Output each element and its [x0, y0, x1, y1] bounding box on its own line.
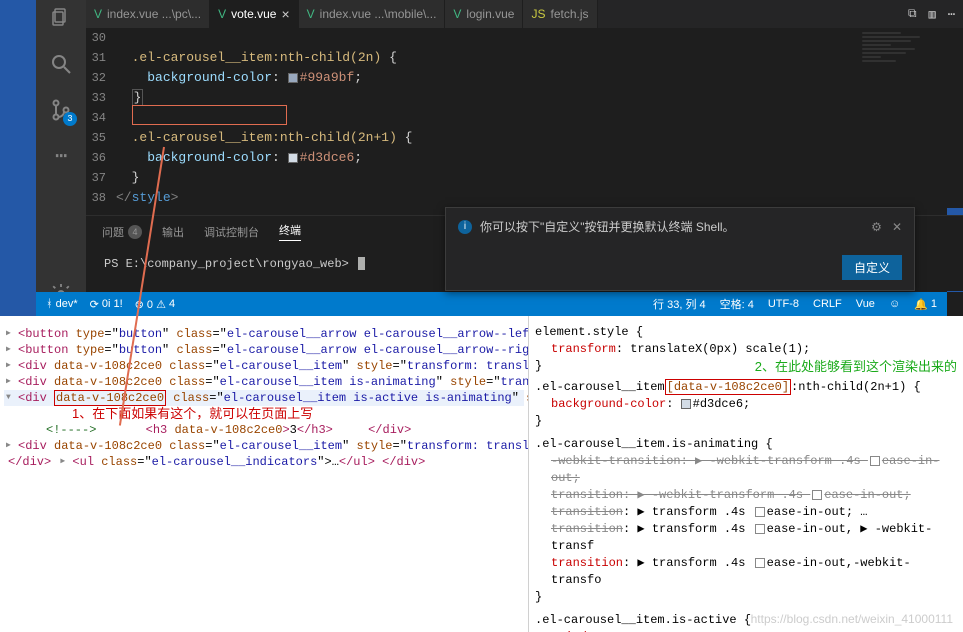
color-swatch — [288, 73, 298, 83]
bell-icon[interactable]: 🔔 1 — [914, 298, 937, 311]
customize-button[interactable]: 自定义 — [842, 255, 902, 280]
tab-login[interactable]: Vlogin.vue — [445, 0, 523, 28]
source-control-icon[interactable]: 3 — [47, 96, 75, 124]
explorer-icon[interactable] — [47, 4, 75, 32]
devtools: <button type="button" class="el-carousel… — [0, 316, 963, 632]
code-content[interactable]: .el-carousel__item:nth-child(2n) { backg… — [116, 28, 963, 208]
vue-icon: V — [218, 7, 226, 21]
annotation-box-selector — [132, 105, 287, 125]
sync-indicator[interactable]: ⟳ 0i 1! — [90, 298, 123, 311]
vue-icon: V — [307, 7, 315, 21]
js-icon: JS — [531, 7, 545, 21]
notification-toast: i 你可以按下"自定义"按钮并更换默认终端 Shell。 ⚙ ✕ 自定义 — [445, 207, 915, 291]
color-swatch — [288, 153, 298, 163]
minimap[interactable] — [858, 28, 963, 208]
toast-message: 你可以按下"自定义"按钮并更换默认终端 Shell。 — [480, 218, 735, 235]
status-bar: ᚼ dev* ⟳ 0i 1! ⊗ 0 ⚠ 4 行 33, 列 4 空格: 4 U… — [36, 292, 947, 316]
activity-bar: 3 ⋯ 1 — [36, 0, 86, 316]
editor[interactable]: 303132333435363738 .el-carousel__item:nt… — [86, 28, 963, 208]
panel-tab-debug[interactable]: 调试控制台 — [204, 224, 259, 240]
gear-icon[interactable]: ⚙ — [871, 220, 882, 234]
scm-badge: 3 — [63, 112, 77, 126]
panel-tab-output[interactable]: 输出 — [162, 224, 184, 240]
line-gutter: 303132333435363738 — [86, 28, 116, 208]
watermark: https://blog.csdn.net/weixin_41000111 — [751, 612, 953, 626]
close-icon[interactable]: ✕ — [892, 220, 902, 234]
more-icon[interactable]: ⋯ — [47, 142, 75, 170]
panel-tab-problems[interactable]: 问题4 — [102, 224, 142, 240]
tab-index-mobile[interactable]: Vindex.vue ...\mobile\... — [299, 0, 446, 28]
feedback-icon[interactable]: ☺ — [889, 298, 900, 310]
more-actions-icon[interactable]: ⋯ — [948, 7, 955, 22]
vue-icon: V — [94, 7, 102, 21]
tab-index-pc[interactable]: Vindex.vue ...\pc\... — [86, 0, 210, 28]
eol-indicator[interactable]: CRLF — [813, 298, 842, 310]
indent-indicator[interactable]: 空格: 4 — [720, 296, 754, 312]
compare-icon[interactable]: ⧉ — [908, 7, 917, 21]
split-icon[interactable]: ▥ — [929, 7, 936, 22]
encoding-indicator[interactable]: UTF-8 — [768, 298, 799, 310]
annotation-note-2: 2、在此处能够看到这个渲染出来的 — [755, 358, 957, 375]
elements-panel[interactable]: <button type="button" class="el-carousel… — [0, 316, 528, 632]
search-icon[interactable] — [47, 50, 75, 78]
tab-bar: Vindex.vue ...\pc\... Vvote.vue× Vindex.… — [86, 0, 963, 28]
tab-actions: ⧉ ▥ ⋯ — [900, 0, 963, 28]
vue-icon: V — [453, 7, 461, 21]
annotation-note-1: 1、在下面如果有这个，就可以在页面上写 — [4, 406, 524, 422]
panel-tab-terminal[interactable]: 终端 — [279, 222, 301, 241]
cursor-position[interactable]: 行 33, 列 4 — [653, 296, 706, 312]
info-icon: i — [458, 220, 472, 234]
branch-indicator[interactable]: ᚼ dev* — [46, 298, 78, 310]
tab-fetch[interactable]: JSfetch.js — [523, 0, 597, 28]
tab-vote[interactable]: Vvote.vue× — [210, 0, 299, 28]
language-indicator[interactable]: Vue — [856, 298, 875, 310]
close-icon[interactable]: × — [281, 6, 289, 22]
styles-panel[interactable]: element.style { transform: translateX(0p… — [528, 316, 963, 632]
